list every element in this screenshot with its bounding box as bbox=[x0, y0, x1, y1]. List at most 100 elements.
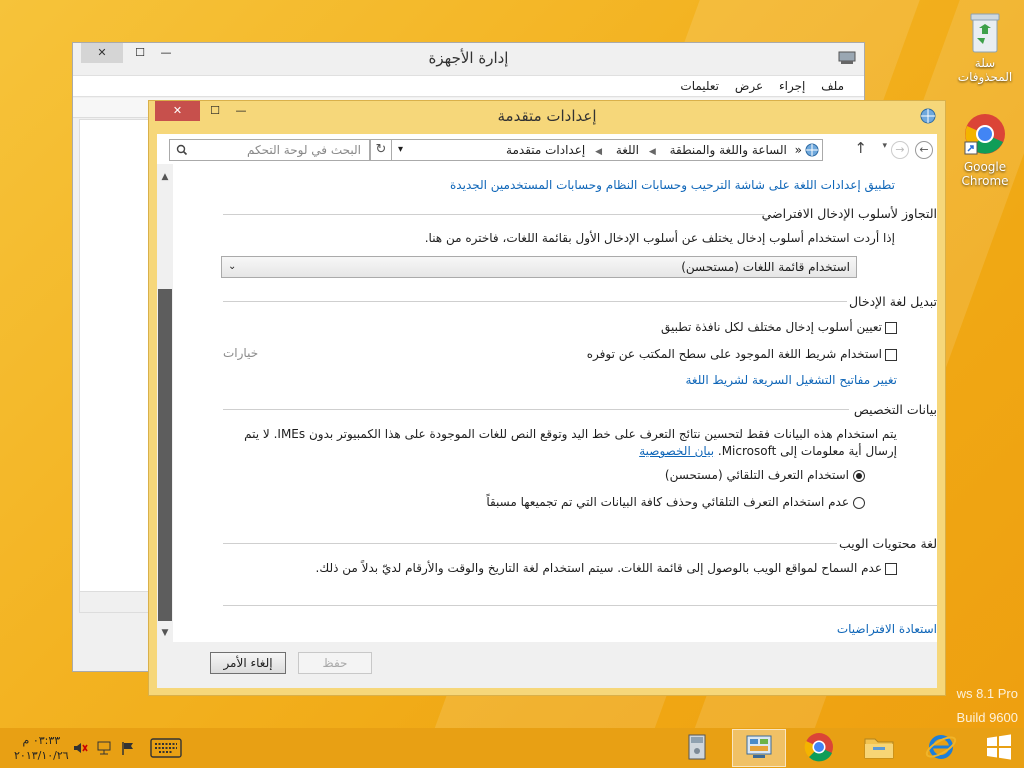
taskbar-device-manager[interactable] bbox=[670, 729, 724, 767]
watermark-line-1: ws 8.1 Pro bbox=[956, 686, 1018, 701]
language-globe-icon bbox=[919, 107, 937, 125]
device-manager-icon bbox=[688, 734, 706, 760]
breadcrumb-clock-language-region[interactable]: الساعة واللغة والمنطقة bbox=[670, 143, 787, 157]
menu-action[interactable]: إجراء bbox=[773, 76, 811, 96]
window-title: إعدادات متقدمة bbox=[497, 107, 597, 125]
section-divider bbox=[223, 543, 837, 544]
cancel-button[interactable]: إلغاء الأمر bbox=[210, 652, 286, 674]
web-language-checkbox[interactable] bbox=[885, 562, 897, 575]
device-manager-titlebar[interactable]: ✕ ☐ — إدارة الأجهزة bbox=[73, 43, 864, 73]
device-manager-icon bbox=[838, 49, 856, 65]
internet-explorer-icon bbox=[925, 735, 957, 759]
system-clock[interactable]: ٠٣:٣٣ م ٢٠١٣/١٠/٢٦ bbox=[14, 733, 69, 763]
control-panel-icon bbox=[804, 142, 820, 158]
vertical-scrollbar[interactable]: ▲ ▼ bbox=[157, 164, 173, 642]
apply-to-welcome-screen-link[interactable]: تطبيق إعدادات اللغة على شاشة الترحيب وحس… bbox=[450, 178, 895, 192]
override-description: إذا أردت استخدام أسلوب إدخال يختلف عن أس… bbox=[424, 231, 895, 245]
menu-bar: ملف إجراء عرض تعليمات bbox=[73, 75, 864, 97]
personalization-description: يتم استخدام هذه البيانات فقط لتحسين نتائ… bbox=[217, 426, 897, 443]
action-center-flag-icon[interactable] bbox=[120, 740, 136, 756]
settings-content: ▲ ▼ تطبيق إعدادات اللغة على شاشة الترحيب… bbox=[157, 164, 937, 642]
start-button[interactable] bbox=[972, 729, 1024, 767]
personalization-section-title: بيانات التخصيص bbox=[853, 402, 937, 417]
recycle-bin-icon bbox=[963, 8, 1007, 53]
automatic-learning-radio[interactable] bbox=[853, 469, 865, 482]
taskbar-chrome[interactable] bbox=[792, 729, 846, 767]
scroll-down-icon[interactable]: ▼ bbox=[157, 626, 173, 640]
address-row: ← → ▾ ↑ « الساعة واللغة والمنطقة ◀ اللغة… bbox=[157, 134, 937, 164]
section-divider bbox=[223, 605, 937, 606]
address-bar[interactable]: « الساعة واللغة والمنطقة ◀ اللغة ◀ إعداد… bbox=[391, 139, 823, 161]
section-divider bbox=[223, 301, 847, 302]
options-link[interactable]: خيارات bbox=[223, 346, 258, 360]
back-button[interactable]: ← bbox=[915, 141, 933, 159]
chrome-desktop-icon[interactable]: Google Chrome bbox=[950, 112, 1020, 188]
per-app-input-option[interactable]: تعيين أسلوب إدخال مختلف لكل نافذة تطبيق bbox=[661, 319, 897, 336]
taskbar-internet-explorer[interactable] bbox=[914, 729, 968, 767]
desktop-language-bar-option[interactable]: استخدام شريط اللغة الموجود على سطح المكت… bbox=[587, 346, 897, 363]
menu-help[interactable]: تعليمات bbox=[674, 76, 725, 96]
switch-section-title: تبديل لغة الإدخال bbox=[848, 294, 937, 309]
file-explorer-icon bbox=[864, 738, 894, 759]
search-input[interactable]: البحث في لوحة التحكم bbox=[169, 139, 370, 161]
recycle-bin-desktop-icon[interactable]: سلة المحذوفات bbox=[950, 8, 1020, 84]
dialog-footer: حفظ إلغاء الأمر bbox=[157, 642, 937, 688]
personalization-description-line-1: يتم استخدام هذه البيانات فقط لتحسين نتائ… bbox=[244, 427, 897, 441]
personalization-description-2: إرسال أية معلومات إلى Microsoft. بيان ال… bbox=[639, 443, 897, 460]
chrome-icon bbox=[963, 112, 1007, 156]
breadcrumb-language[interactable]: اللغة bbox=[616, 143, 639, 157]
no-automatic-learning-label: عدم استخدام التعرف التلقائي وحذف كافة ال… bbox=[486, 495, 849, 509]
restore-defaults-link[interactable]: استعادة الافتراضيات bbox=[837, 622, 937, 636]
web-language-option[interactable]: عدم السماح لمواقع الويب بالوصول إلى قائم… bbox=[316, 560, 897, 577]
up-arrow-icon[interactable]: ↑ bbox=[854, 139, 867, 157]
control-panel-icon bbox=[746, 735, 772, 758]
breadcrumb-advanced-settings[interactable]: إعدادات متقدمة bbox=[506, 143, 585, 157]
windows-logo-icon bbox=[987, 734, 1011, 760]
input-method-dropdown[interactable]: استخدام قائمة اللغات (مستحسن) ⌄ bbox=[221, 256, 857, 278]
menu-view[interactable]: عرض bbox=[729, 76, 769, 96]
automatic-learning-option[interactable]: استخدام التعرف التلقائي (مستحسن) bbox=[665, 467, 865, 484]
taskbar-control-panel[interactable] bbox=[732, 729, 786, 767]
desktop-language-bar-label: استخدام شريط اللغة الموجود على سطح المكت… bbox=[586, 347, 882, 361]
scroll-up-icon[interactable]: ▲ bbox=[157, 170, 173, 184]
windows-watermark: ws 8.1 Pro bbox=[957, 686, 1018, 701]
scroll-thumb[interactable] bbox=[158, 289, 172, 621]
chrome-icon bbox=[804, 733, 833, 762]
windows-watermark-build: Build 9600 bbox=[957, 710, 1018, 725]
personalization-description-line-2: إرسال أية معلومات إلى Microsoft. bbox=[717, 444, 897, 458]
breadcrumb-overflow[interactable]: « bbox=[795, 143, 802, 157]
forward-button[interactable]: → bbox=[891, 141, 909, 159]
taskbar-file-explorer[interactable] bbox=[852, 729, 906, 767]
device-tree-pane[interactable] bbox=[79, 119, 149, 611]
menu-file[interactable]: ملف bbox=[815, 76, 850, 96]
no-automatic-learning-option[interactable]: عدم استخدام التعرف التلقائي وحذف كافة ال… bbox=[486, 494, 865, 511]
refresh-button[interactable]: ↻ bbox=[370, 139, 392, 161]
advanced-settings-titlebar[interactable]: ✕ ☐ — إعدادات متقدمة bbox=[149, 101, 945, 129]
taskbar: ٠٣:٣٣ م ٢٠١٣/١٠/٢٦ bbox=[0, 728, 1024, 768]
change-hotkeys-link[interactable]: تغيير مفاتيح التشغيل السريعة لشريط اللغة bbox=[685, 373, 897, 387]
override-section-title: التجاوز لأسلوب الإدخال الافتراضي bbox=[761, 206, 937, 221]
recycle-bin-label: سلة المحذوفات bbox=[957, 56, 1013, 84]
save-button[interactable]: حفظ bbox=[298, 652, 372, 674]
touch-keyboard-icon[interactable] bbox=[150, 737, 182, 759]
no-automatic-learning-radio[interactable] bbox=[853, 496, 865, 509]
volume-muted-icon[interactable] bbox=[72, 740, 88, 756]
desktop-language-bar-checkbox[interactable] bbox=[885, 348, 897, 361]
breadcrumb-separator-icon[interactable]: ◀ bbox=[649, 147, 656, 157]
recent-pages-dropdown-icon[interactable]: ▾ bbox=[882, 141, 887, 151]
window-title: إدارة الأجهزة bbox=[428, 49, 509, 67]
status-bar bbox=[79, 591, 149, 613]
per-app-input-checkbox[interactable] bbox=[885, 321, 897, 334]
advanced-settings-window[interactable]: ✕ ☐ — إعدادات متقدمة ← → ▾ ↑ « الساعة وا… bbox=[148, 100, 946, 696]
network-icon[interactable] bbox=[96, 740, 112, 756]
address-dropdown-icon[interactable]: ▾ bbox=[398, 140, 403, 160]
privacy-statement-link[interactable]: بيان الخصوصية bbox=[639, 444, 714, 458]
section-divider bbox=[223, 409, 849, 410]
clock-date: ٢٠١٣/١٠/٢٦ bbox=[14, 749, 69, 762]
breadcrumb-separator-icon[interactable]: ◀ bbox=[595, 147, 602, 157]
search-icon bbox=[176, 140, 188, 166]
web-content-section-title: لغة محتويات الويب bbox=[838, 536, 937, 551]
per-app-input-label: تعيين أسلوب إدخال مختلف لكل نافذة تطبيق bbox=[660, 320, 882, 334]
chevron-down-icon: ⌄ bbox=[228, 261, 237, 272]
clock-time: ٠٣:٣٣ م bbox=[22, 734, 61, 747]
